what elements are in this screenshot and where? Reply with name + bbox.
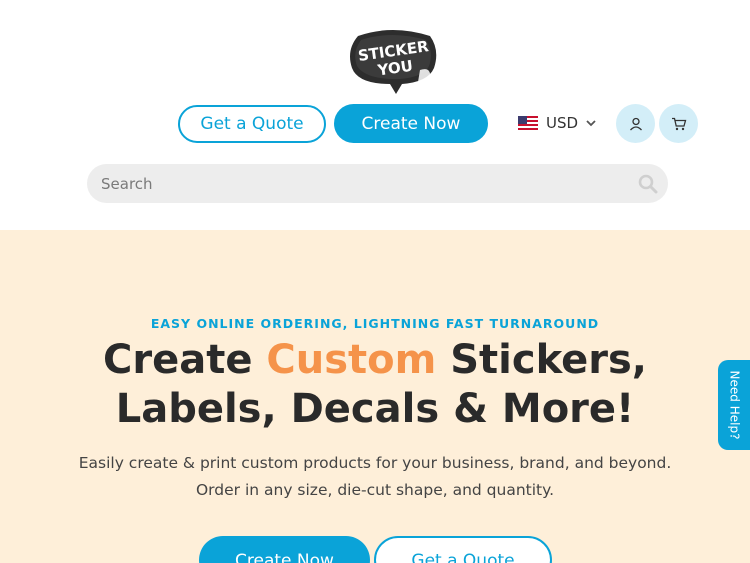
stickeryou-logo[interactable]: STICKER YOU <box>344 26 442 94</box>
us-flag-icon <box>518 116 538 130</box>
search-input[interactable] <box>87 164 607 203</box>
user-icon <box>629 117 642 130</box>
site-header: STICKER YOU Get a Quote Create Now USD <box>0 0 750 230</box>
headline-before: Create <box>103 337 267 383</box>
hero-get-quote-button[interactable]: Get a Quote <box>374 536 552 563</box>
chevron-down-icon <box>586 120 596 127</box>
hero-create-now-button[interactable]: Create Now <box>199 536 370 563</box>
create-now-button[interactable]: Create Now <box>334 104 488 143</box>
hero-headline: Create Custom Stickers, Labels, Decals &… <box>40 336 710 434</box>
currency-selector[interactable]: USD <box>518 112 596 134</box>
cart-icon <box>671 117 686 130</box>
hero-section: EASY ONLINE ORDERING, LIGHTNING FAST TUR… <box>0 230 750 563</box>
account-button[interactable] <box>616 104 655 143</box>
hero-subtext: Easily create & print custom products fo… <box>78 454 672 499</box>
need-help-label: Need Help? <box>727 370 741 440</box>
currency-code: USD <box>546 114 579 132</box>
get-quote-button[interactable]: Get a Quote <box>178 105 326 143</box>
logo-icon: STICKER YOU <box>350 30 437 94</box>
headline-accent: Custom <box>266 337 437 383</box>
search-icon[interactable] <box>638 174 658 194</box>
hero-eyebrow: EASY ONLINE ORDERING, LIGHTNING FAST TUR… <box>150 316 600 331</box>
search-bar <box>87 164 668 203</box>
need-help-tab[interactable]: Need Help? <box>718 360 750 450</box>
cart-button[interactable] <box>659 104 698 143</box>
